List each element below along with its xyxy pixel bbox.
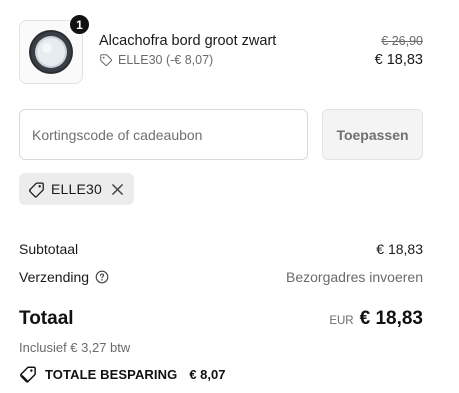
quantity-badge: 1 [69,14,90,35]
applied-discount-tag: ELLE30 [19,173,135,205]
currency-code: EUR [329,315,354,327]
total-amount: € 18,83 [359,308,423,329]
applied-code-text: ELLE30 [51,181,103,197]
product-discount: ELLE30 (-€ 8,07) [99,53,213,67]
original-price: € 26,90 [381,34,423,48]
shipping-label-group: Verzending [19,269,109,285]
savings-amount: € 8,07 [189,366,226,382]
tax-line: Inclusief € 3,27 btw [19,340,131,355]
product-name: Alcachofra bord groot zwart [99,33,277,49]
apply-button[interactable]: Toepassen [322,109,423,160]
total-savings: TOTALE BESPARING € 8,07 [19,365,226,383]
tag-icon [100,54,113,67]
subtotal-value: € 18,83 [376,241,423,257]
plate-image [29,30,73,74]
total-row: Totaal EUR € 18,83 [19,308,423,330]
shipping-label: Verzending [19,269,90,285]
tag-icon [20,366,36,383]
current-price: € 18,83 [374,52,423,68]
help-icon[interactable] [95,270,109,284]
savings-label: TOTALE BESPARING [45,366,178,382]
total-label: Totaal [19,308,74,329]
subtotal-row: Subtotaal € 18,83 [19,241,423,257]
discount-code-input[interactable] [19,109,308,160]
remove-discount-button[interactable] [111,183,124,196]
shipping-row: Verzending Bezorgadres invoeren [19,269,423,285]
subtotal-label: Subtotaal [19,241,79,257]
close-icon [112,183,123,195]
product-discount-text: ELLE30 (-€ 8,07) [118,53,214,67]
tag-icon [29,181,44,198]
shipping-value: Bezorgadres invoeren [286,269,423,285]
cart-line-item: 1 Alcachofra bord groot zwart ELLE30 (-€… [19,14,423,84]
total-value-group: EUR € 18,83 [329,308,423,330]
